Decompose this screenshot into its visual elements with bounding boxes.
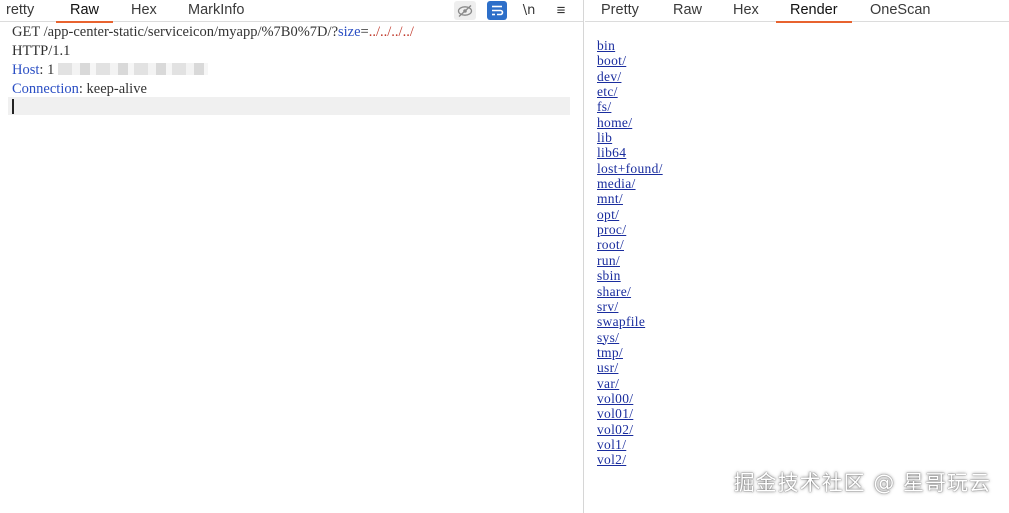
directory-link[interactable]: lost+found/ xyxy=(597,161,663,176)
directory-link[interactable]: mnt/ xyxy=(597,191,663,206)
menu-icon[interactable]: ≡ xyxy=(553,1,569,20)
rendered-directory-listing: bin boot/dev/etc/fs/home/lib lib64 lost+fou… xyxy=(597,38,663,468)
directory-link[interactable]: opt/ xyxy=(597,207,663,222)
directory-link[interactable]: sbin xyxy=(597,268,663,283)
tab-markinfo[interactable]: MarkInfo xyxy=(188,0,244,22)
directory-link[interactable]: usr/ xyxy=(597,360,663,375)
header-name: Connection xyxy=(12,81,79,97)
query-param-name: size xyxy=(338,24,361,40)
current-line-highlight xyxy=(8,97,570,115)
directory-link[interactable]: swapfile xyxy=(597,314,663,329)
directory-link[interactable]: vol1/ xyxy=(597,437,663,452)
directory-link[interactable]: lib xyxy=(597,130,663,145)
request-pane: retty Raw Hex MarkInfo \n ≡ GET /app-cen… xyxy=(0,0,584,513)
eye-off-icon xyxy=(457,5,473,17)
header-value: keep-alive xyxy=(86,81,147,97)
directory-link[interactable]: root/ xyxy=(597,237,663,252)
request-path: /app-center-static/serviceicon/myapp/%7B… xyxy=(43,24,332,40)
header-host: Host: 1 xyxy=(12,61,583,80)
tab-raw[interactable]: Raw xyxy=(673,0,702,22)
directory-link[interactable]: sys/ xyxy=(597,330,663,345)
text-caret xyxy=(12,99,14,114)
header-separator: : xyxy=(78,81,87,97)
header-value: 1 xyxy=(47,62,55,78)
tab-render[interactable]: Render xyxy=(776,0,852,23)
directory-link[interactable]: etc/ xyxy=(597,84,663,99)
directory-link[interactable]: vol00/ xyxy=(597,391,663,406)
header-separator: : xyxy=(39,62,48,78)
directory-link[interactable]: vol02/ xyxy=(597,422,663,437)
response-pane: Pretty Raw Hex Render OneScan bin boot/de… xyxy=(585,0,1009,513)
tab-hex[interactable]: Hex xyxy=(733,0,759,22)
tab-pretty[interactable]: Pretty xyxy=(601,0,639,22)
request-method: GET xyxy=(12,24,40,40)
query-equals: = xyxy=(360,24,369,40)
redacted-host xyxy=(58,63,209,75)
directory-link[interactable]: fs/ xyxy=(597,99,663,114)
directory-link[interactable]: proc/ xyxy=(597,222,663,237)
query-param-value: ../../../../ xyxy=(368,24,414,40)
directory-link[interactable]: lib64 xyxy=(597,145,663,160)
directory-link[interactable]: media/ xyxy=(597,176,663,191)
directory-link[interactable]: vol01/ xyxy=(597,406,663,421)
tab-hex[interactable]: Hex xyxy=(131,0,157,22)
word-wrap-button[interactable] xyxy=(487,1,507,20)
show-newlines-button[interactable]: \n xyxy=(520,1,538,20)
request-protocol: HTTP/1.1 xyxy=(12,43,71,59)
tab-onescan[interactable]: OneScan xyxy=(870,0,930,22)
directory-link[interactable]: bin xyxy=(597,38,663,53)
request-tabbar: retty Raw Hex MarkInfo \n ≡ xyxy=(0,0,583,23)
hide-nonprintable-button[interactable] xyxy=(454,1,476,20)
directory-link[interactable]: boot/ xyxy=(597,53,663,68)
response-tabbar: Pretty Raw Hex Render OneScan xyxy=(585,0,1009,23)
wrap-lines-icon xyxy=(492,5,504,16)
directory-link[interactable]: home/ xyxy=(597,115,663,130)
directory-link[interactable]: srv/ xyxy=(597,299,663,314)
watermark: 掘金技术社区 @ 星哥玩云 xyxy=(733,471,991,495)
directory-link[interactable]: vol2/ xyxy=(597,452,663,467)
directory-link[interactable]: tmp/ xyxy=(597,345,663,360)
request-line: GET /app-center-static/serviceicon/myapp… xyxy=(12,23,583,42)
directory-link[interactable]: dev/ xyxy=(597,69,663,84)
tab-raw[interactable]: Raw xyxy=(55,0,114,23)
tab-pretty[interactable]: retty xyxy=(6,0,34,22)
directory-link[interactable]: var/ xyxy=(597,376,663,391)
header-name: Host xyxy=(12,62,40,78)
directory-link[interactable]: run/ xyxy=(597,253,663,268)
directory-link[interactable]: share/ xyxy=(597,284,663,299)
